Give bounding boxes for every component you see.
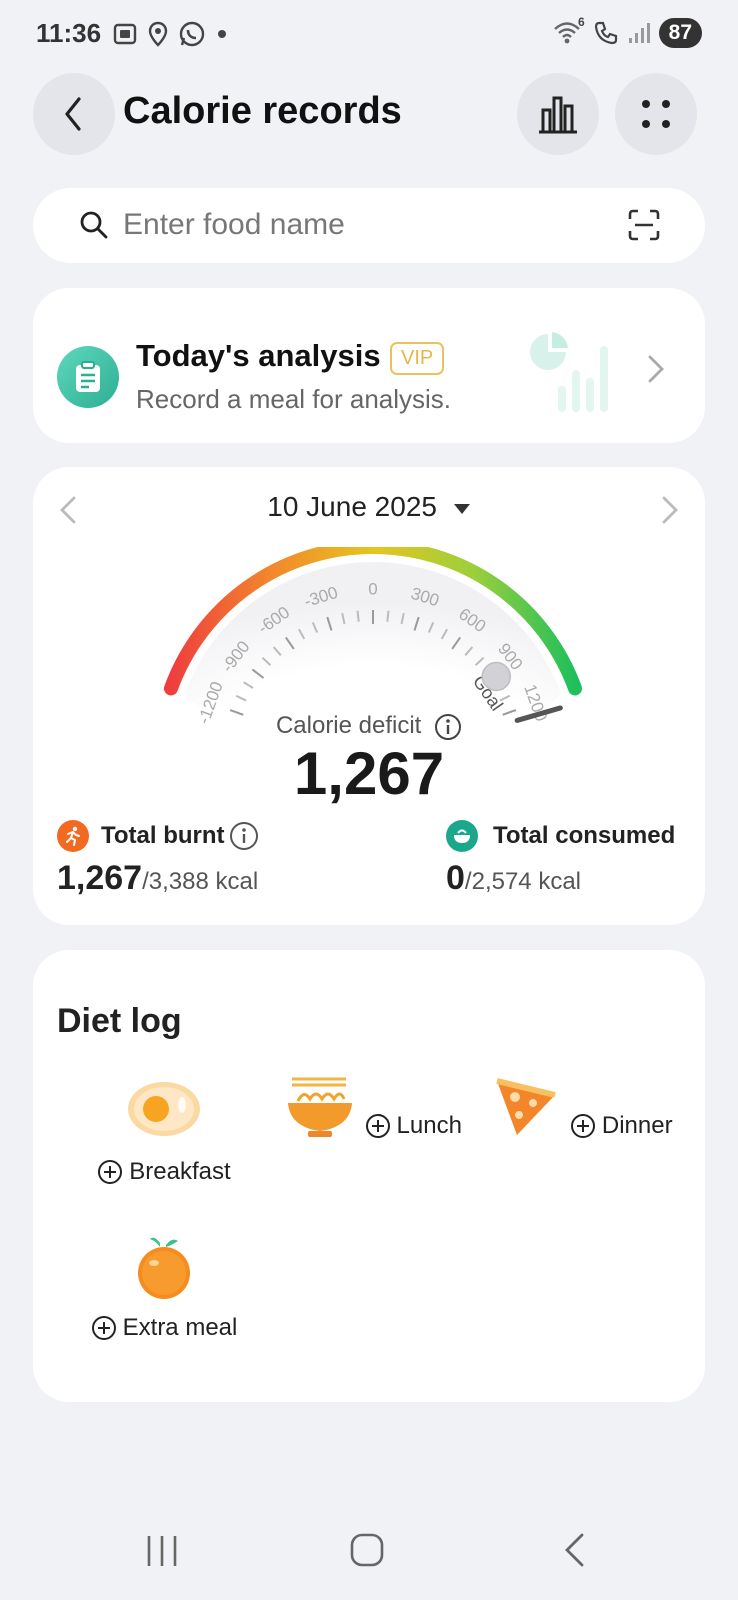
- scan-icon[interactable]: [627, 208, 661, 242]
- calorie-deficit-value: 1,267: [293, 740, 445, 807]
- chevron-left-icon: [65, 97, 81, 131]
- meal-dinner[interactable]: Dinner: [479, 1075, 679, 1144]
- date-selector[interactable]: 10 June 2025: [33, 491, 705, 523]
- diet-log-card: Diet log Breakfast Lunch Dinner Extra me…: [33, 950, 705, 1402]
- meal-lunch[interactable]: Lunch: [271, 1075, 471, 1144]
- info-icon[interactable]: [229, 821, 259, 851]
- plus-circle-icon: [570, 1114, 595, 1138]
- screenshot-icon: [113, 23, 137, 45]
- chart-button[interactable]: [517, 73, 599, 155]
- total-consumed-value: 0/2,574 kcal: [446, 859, 581, 898]
- gauge-tick: [386, 610, 390, 622]
- meal-label-text: Breakfast: [129, 1158, 231, 1185]
- search-input[interactable]: Enter food name: [123, 208, 345, 242]
- gauge-goal-marker: [481, 661, 511, 692]
- total-consumed-goal: /2,574 kcal: [464, 868, 581, 895]
- home-icon[interactable]: [349, 1532, 385, 1568]
- more-button[interactable]: [615, 73, 697, 155]
- pizza-icon: [496, 1078, 557, 1135]
- next-date-icon[interactable]: [661, 495, 679, 525]
- back-button[interactable]: [33, 73, 115, 155]
- noodle-bowl-icon: [288, 1077, 353, 1137]
- status-icons-left: [112, 20, 228, 48]
- meal-extra[interactable]: Extra meal: [64, 1235, 264, 1346]
- chevron-right-icon: [648, 355, 664, 383]
- back-icon[interactable]: [562, 1532, 586, 1568]
- call-icon: [594, 21, 617, 45]
- info-icon[interactable]: [434, 713, 462, 741]
- calorie-deficit-label: Calorie deficit: [33, 712, 705, 741]
- status-bar: 11:36 6 87: [0, 0, 738, 70]
- bowl-icon: [446, 820, 478, 852]
- recents-icon[interactable]: [145, 1534, 179, 1568]
- total-consumed-label: Total consumed: [493, 822, 676, 849]
- whatsapp-icon: [179, 21, 205, 47]
- plus-circle-icon: [365, 1114, 390, 1138]
- status-time: 11:36: [36, 18, 102, 48]
- gauge-tick: [356, 610, 360, 622]
- status-icons-right: 6 87: [553, 15, 702, 48]
- total-burnt-label: Total burnt: [101, 822, 225, 849]
- analysis-subtitle: Record a meal for analysis.: [136, 384, 452, 414]
- signal-icon: [628, 23, 650, 43]
- analysis-card[interactable]: Today's analysis VIP Record a meal for a…: [33, 288, 705, 443]
- calorie-card: 10 June 2025 -1200 -900 -600 -300 0 300 600 900…: [33, 467, 705, 925]
- egg-icon: [128, 1082, 200, 1136]
- meal-label: Breakfast: [97, 1158, 231, 1186]
- meal-label-text: Extra meal: [122, 1314, 238, 1341]
- page-title: Calorie records: [123, 90, 402, 132]
- diet-log-title: Diet log: [57, 1002, 182, 1040]
- total-burnt-value: 1,267/3,388 kcal: [57, 859, 258, 898]
- wifi-icon: 6: [553, 15, 585, 47]
- meal-label: Dinner: [570, 1112, 673, 1140]
- bar-chart-icon: [539, 96, 577, 134]
- search-icon: [80, 211, 108, 239]
- meal-label-text: Dinner: [601, 1112, 673, 1139]
- total-burnt-number: 1,267: [57, 859, 143, 897]
- total-consumed-number: 0: [446, 859, 465, 897]
- orange-icon: [138, 1237, 190, 1299]
- analysis-title: Today's analysis: [136, 338, 381, 373]
- total-burnt-goal: /3,388 kcal: [142, 868, 259, 895]
- meal-label: Extra meal: [91, 1314, 238, 1342]
- battery-indicator: 87: [658, 18, 702, 48]
- dot-icon: [218, 30, 226, 38]
- system-nav-bar: [0, 1500, 738, 1600]
- meal-label: Lunch: [365, 1112, 462, 1140]
- running-icon: [57, 820, 89, 852]
- clipboard-icon: [57, 346, 119, 408]
- plus-circle-icon: [91, 1316, 116, 1340]
- caret-down-icon: [453, 503, 470, 514]
- meal-breakfast[interactable]: Breakfast: [64, 1075, 264, 1190]
- search-bar[interactable]: Enter food name: [33, 188, 705, 263]
- vip-badge: VIP: [390, 342, 445, 375]
- gauge-tick-label: 0: [368, 579, 377, 598]
- analysis-chart-decoration-icon: [530, 332, 608, 412]
- plus-circle-icon: [98, 1160, 123, 1184]
- date-label: 10 June 2025: [267, 491, 437, 522]
- wifi-badge: 6: [577, 15, 585, 29]
- calorie-deficit-text: Calorie deficit: [275, 712, 422, 739]
- location-icon: [148, 21, 168, 47]
- grid-dots-icon: [642, 100, 670, 128]
- meal-label-text: Lunch: [396, 1112, 462, 1139]
